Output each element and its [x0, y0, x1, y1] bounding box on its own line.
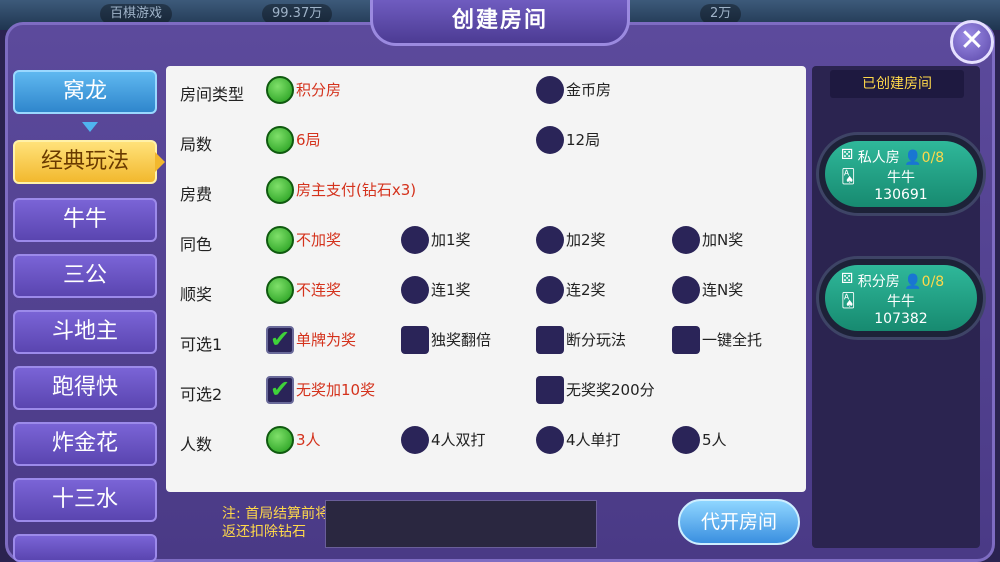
- diamond-refund-note: 注: 首局结算前将 返还扣除钻石: [222, 506, 330, 540]
- dialog-title: 创建房间: [370, 0, 630, 46]
- radio-icon: [401, 276, 429, 304]
- nav-item-wolong[interactable]: 窝龙: [13, 70, 157, 114]
- radio-icon: [536, 126, 564, 154]
- background-game-name: 百棋游戏: [100, 4, 173, 24]
- note-display-box: [325, 500, 597, 548]
- background-score: 99.37万: [262, 4, 333, 24]
- nav-item-sangong[interactable]: 三公: [13, 254, 157, 298]
- nav-item-more[interactable]: [13, 534, 157, 562]
- chevron-down-icon: [82, 122, 98, 132]
- active-indicator: [155, 152, 165, 172]
- radio-icon: [401, 226, 429, 254]
- nav-item-doudizhu[interactable]: 斗地主: [13, 310, 157, 354]
- radio-icon: [672, 426, 700, 454]
- checkbox-icon: [401, 326, 429, 354]
- user-icon: 👤: [904, 150, 922, 166]
- row-label-room-type: 房间类型: [180, 85, 245, 104]
- options-panel: 房间类型 积分房 金币房 局数 6局 12局 房费 房主支付(钻石x3) 同色 …: [166, 66, 806, 492]
- row-label-same-color: 同色: [180, 235, 213, 254]
- radio-icon: [536, 426, 564, 454]
- row-label-players: 人数: [180, 435, 213, 454]
- checkmark-icon: [266, 325, 294, 354]
- radio-icon: [672, 226, 700, 254]
- room-card[interactable]: ⚄ 🂡 私人房 👤0/8 牛牛 130691: [816, 132, 986, 216]
- nav-item-paodekuai[interactable]: 跑得快: [13, 366, 157, 410]
- radio-icon: [672, 276, 700, 304]
- row-label-fee: 房费: [180, 185, 213, 204]
- nav-item-shisanshui[interactable]: 十三水: [13, 478, 157, 522]
- user-icon: 👤: [904, 274, 922, 290]
- created-rooms-title: 已创建房间: [830, 70, 964, 98]
- radio-selected-icon: [266, 426, 294, 454]
- radio-selected-icon: [266, 276, 294, 304]
- room-id: 107382: [874, 311, 928, 327]
- row-label-optional2: 可选2: [180, 385, 223, 404]
- radio-selected-icon: [266, 76, 294, 104]
- radio-icon: [401, 426, 429, 454]
- radio-selected-icon: [266, 126, 294, 154]
- room-player-count: 0/8: [921, 150, 945, 166]
- checkbox-icon: [672, 326, 700, 354]
- nav-item-classic[interactable]: 经典玩法: [13, 140, 157, 184]
- room-type: 积分房: [857, 274, 900, 290]
- checkbox-icon: [536, 376, 564, 404]
- room-type: 私人房: [857, 150, 900, 166]
- radio-icon: [536, 276, 564, 304]
- row-label-straight: 顺奖: [180, 285, 213, 304]
- radio-selected-icon: [266, 176, 294, 204]
- background-diamonds: 2万: [700, 4, 742, 24]
- open-room-for-others-button[interactable]: 代开房间: [678, 499, 800, 545]
- checkbox-icon: [536, 326, 564, 354]
- checkmark-icon: [266, 375, 294, 404]
- room-game: 牛牛: [887, 170, 915, 186]
- row-label-optional1: 可选1: [180, 335, 223, 354]
- room-player-count: 0/8: [921, 274, 945, 290]
- radio-icon: [536, 226, 564, 254]
- nav-item-zhajinhua[interactable]: 炸金花: [13, 422, 157, 466]
- radio-icon: [536, 76, 564, 104]
- room-game: 牛牛: [887, 294, 915, 310]
- room-card[interactable]: ⚄ 🂡 积分房 👤0/8 牛牛 107382: [816, 256, 986, 340]
- radio-selected-icon: [266, 226, 294, 254]
- row-label-rounds: 局数: [180, 135, 213, 154]
- close-icon[interactable]: ✕: [950, 20, 994, 64]
- nav-item-niuniu[interactable]: 牛牛: [13, 198, 157, 242]
- room-id: 130691: [874, 187, 928, 203]
